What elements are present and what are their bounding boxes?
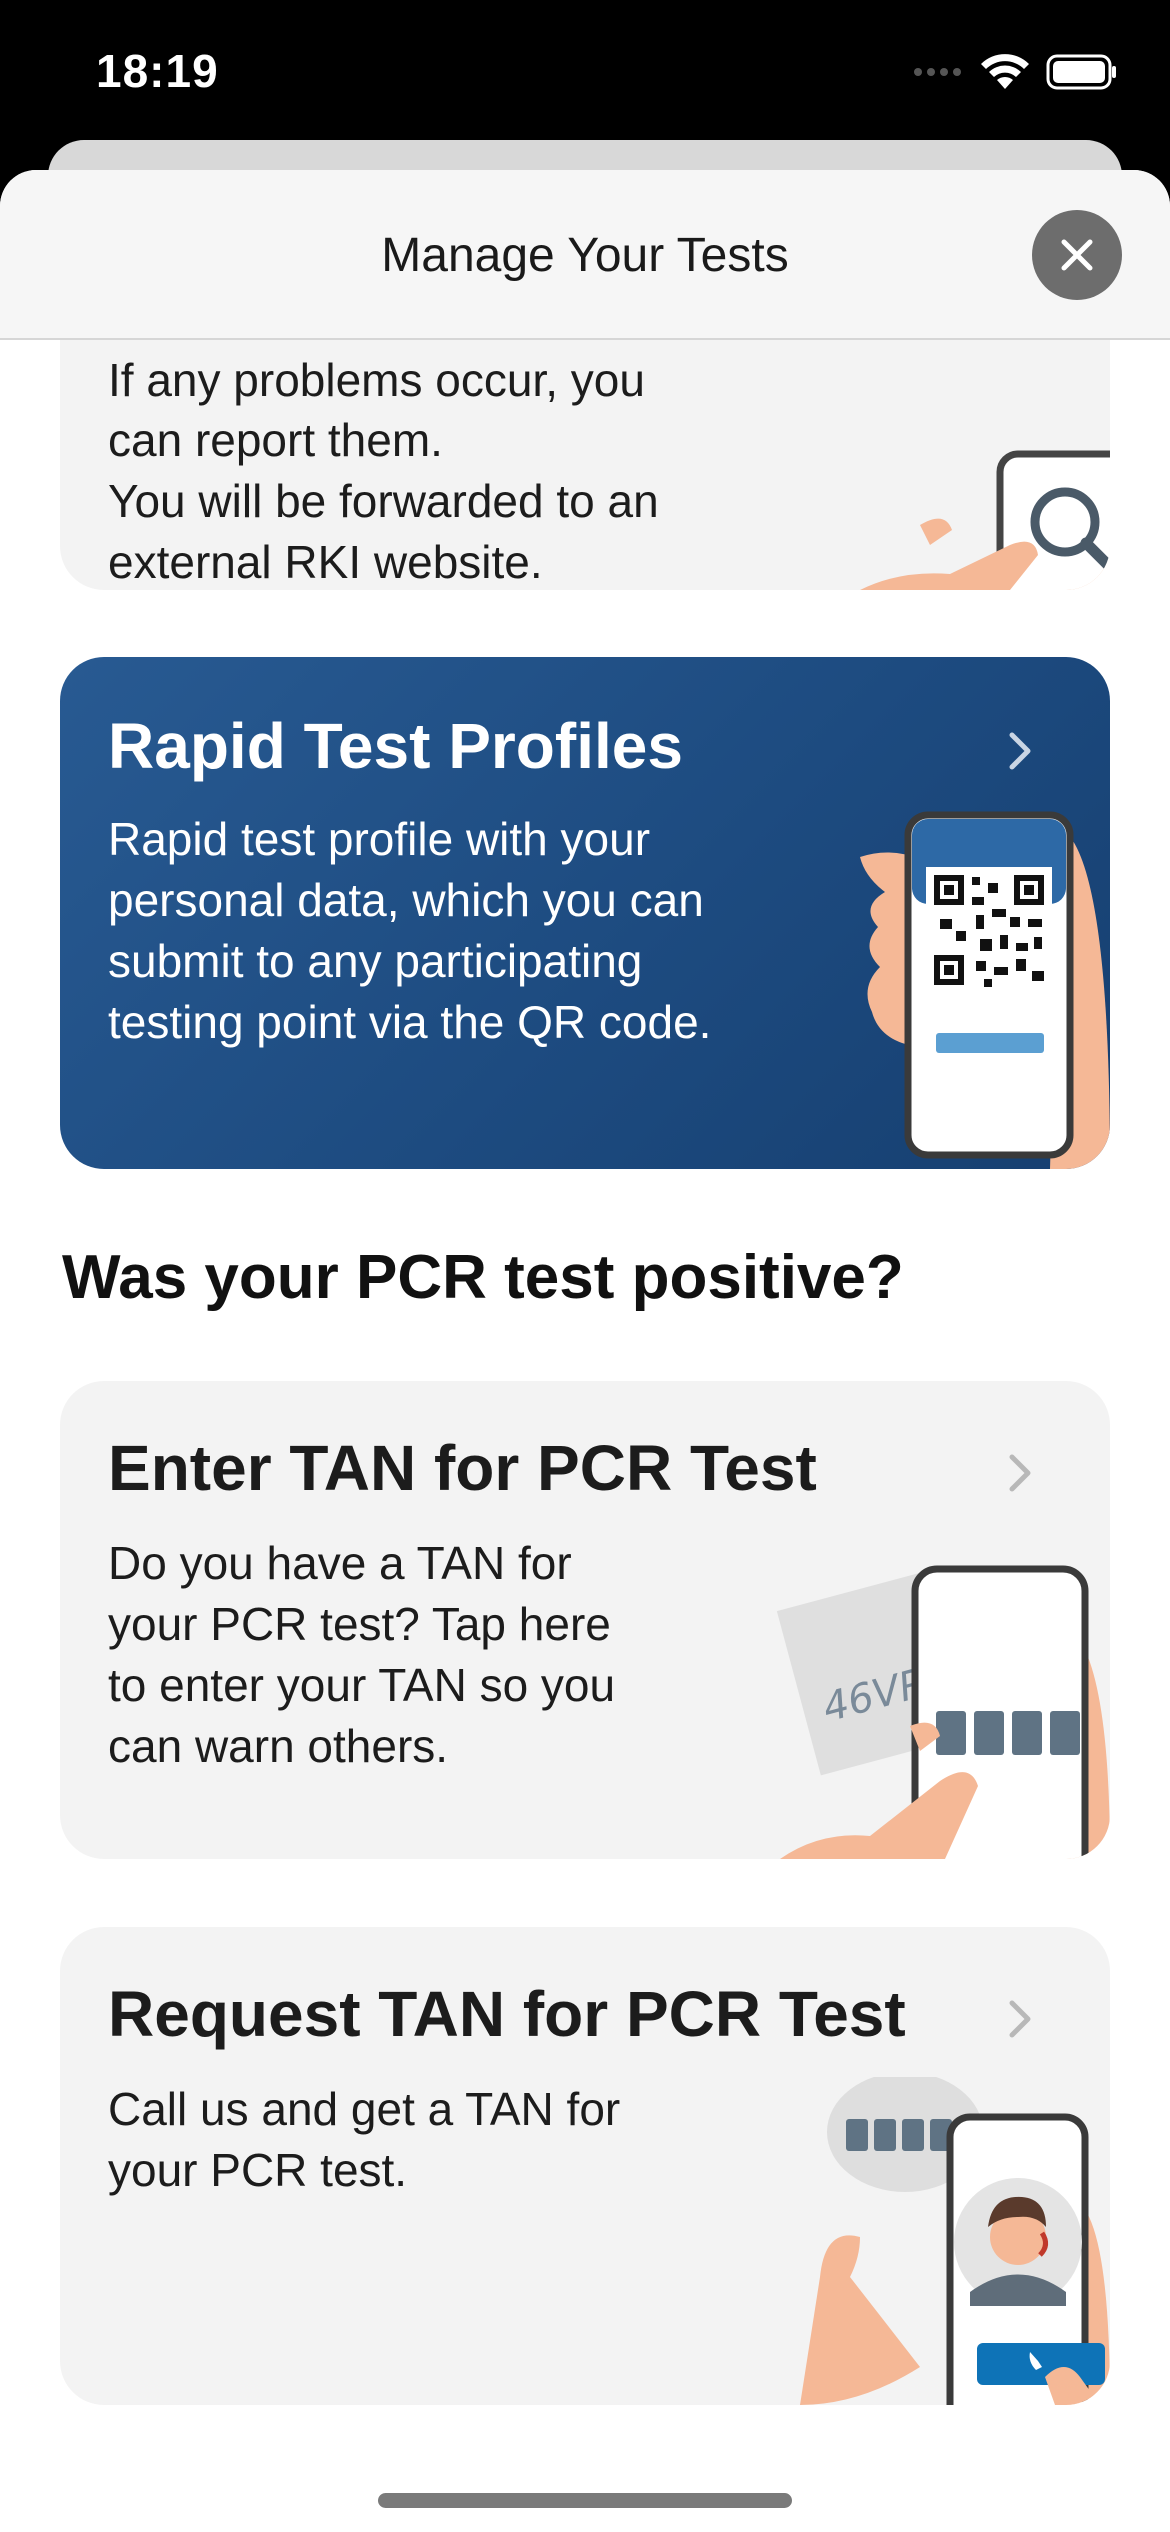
section-heading: Was your PCR test positive? xyxy=(62,1243,904,1312)
enter-tan-card-body: Do you have a TAN for your PCR test? Tap… xyxy=(108,1537,616,1772)
request-tan-card-body: Call us and get a TAN for your PCR test. xyxy=(108,2083,621,2196)
chevron-right-icon xyxy=(1009,1454,1031,1492)
rapid-test-profiles-card[interactable]: Rapid Test Profiles Rapid test profile w… xyxy=(60,657,1110,1169)
chevron-right-icon xyxy=(1009,732,1031,770)
report-card-body: can report them. You will be forwarded t… xyxy=(108,414,659,588)
qr-phone-illustration xyxy=(860,811,1110,1169)
chevron-right-icon xyxy=(1009,2000,1031,2038)
page-title: Manage Your Tests xyxy=(381,229,789,282)
hotline-call-illustration xyxy=(800,2077,1110,2405)
report-card-partial-line: If any problems occur, you xyxy=(108,354,645,406)
rapid-card-title: Rapid Test Profiles xyxy=(108,710,683,782)
close-icon xyxy=(1061,239,1093,271)
manage-tests-sheet: If any problems occur, you can report th… xyxy=(0,170,1170,2532)
phone-search-illustration xyxy=(860,450,1110,590)
request-tan-card-title: Request TAN for PCR Test xyxy=(108,1978,906,2050)
nav-bar: Manage Your Tests xyxy=(0,170,1170,340)
status-icons xyxy=(912,52,1118,92)
status-time: 18:19 xyxy=(96,45,219,97)
tan-entry-illustration: 46VR15 xyxy=(776,1565,1110,1859)
home-indicator[interactable] xyxy=(378,2493,792,2508)
status-bar: 18:19 xyxy=(0,0,1170,150)
cellular-signal-icon xyxy=(914,68,961,76)
battery-icon xyxy=(1046,54,1116,90)
close-button[interactable] xyxy=(1032,210,1122,300)
enter-tan-card-title: Enter TAN for PCR Test xyxy=(108,1432,817,1504)
wifi-icon xyxy=(981,54,1029,89)
rapid-card-body: Rapid test profile with your personal da… xyxy=(108,813,712,1048)
enter-tan-card[interactable]: Enter TAN for PCR Test Do you have a TAN… xyxy=(60,1381,1110,1859)
request-tan-card[interactable]: Request TAN for PCR Test Call us and get… xyxy=(60,1927,1110,2405)
